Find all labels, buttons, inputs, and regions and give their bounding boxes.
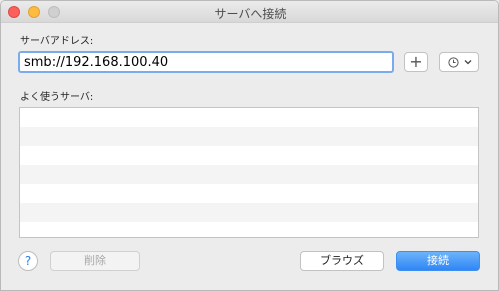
connect-button[interactable]: 接続: [396, 251, 480, 271]
server-address-label: サーバアドレス:: [20, 36, 94, 47]
connect-to-server-window: サーバへ接続 サーバアドレス: + よく使うサーバ: ? 削除 ブラウズ 接続: [0, 0, 499, 291]
list-row: [20, 203, 478, 222]
list-row: [20, 165, 478, 184]
chevron-down-icon: [464, 60, 472, 65]
title-bar: サーバへ接続: [1, 1, 498, 23]
list-row: [20, 146, 478, 165]
server-address-input[interactable]: [18, 51, 394, 73]
help-button[interactable]: ?: [18, 251, 38, 271]
browse-button[interactable]: ブラウズ: [300, 251, 384, 271]
window-title: サーバへ接続: [214, 7, 287, 21]
favorite-servers-list[interactable]: [19, 107, 479, 238]
recent-servers-button[interactable]: [439, 52, 479, 72]
list-row: [20, 184, 478, 203]
add-to-favorites-button[interactable]: +: [404, 52, 428, 72]
list-row: [20, 222, 478, 237]
clock-icon: [448, 57, 459, 68]
list-row: [20, 108, 478, 127]
favorite-servers-label: よく使うサーバ:: [20, 92, 94, 103]
delete-button[interactable]: 削除: [50, 251, 140, 271]
list-row: [20, 127, 478, 146]
